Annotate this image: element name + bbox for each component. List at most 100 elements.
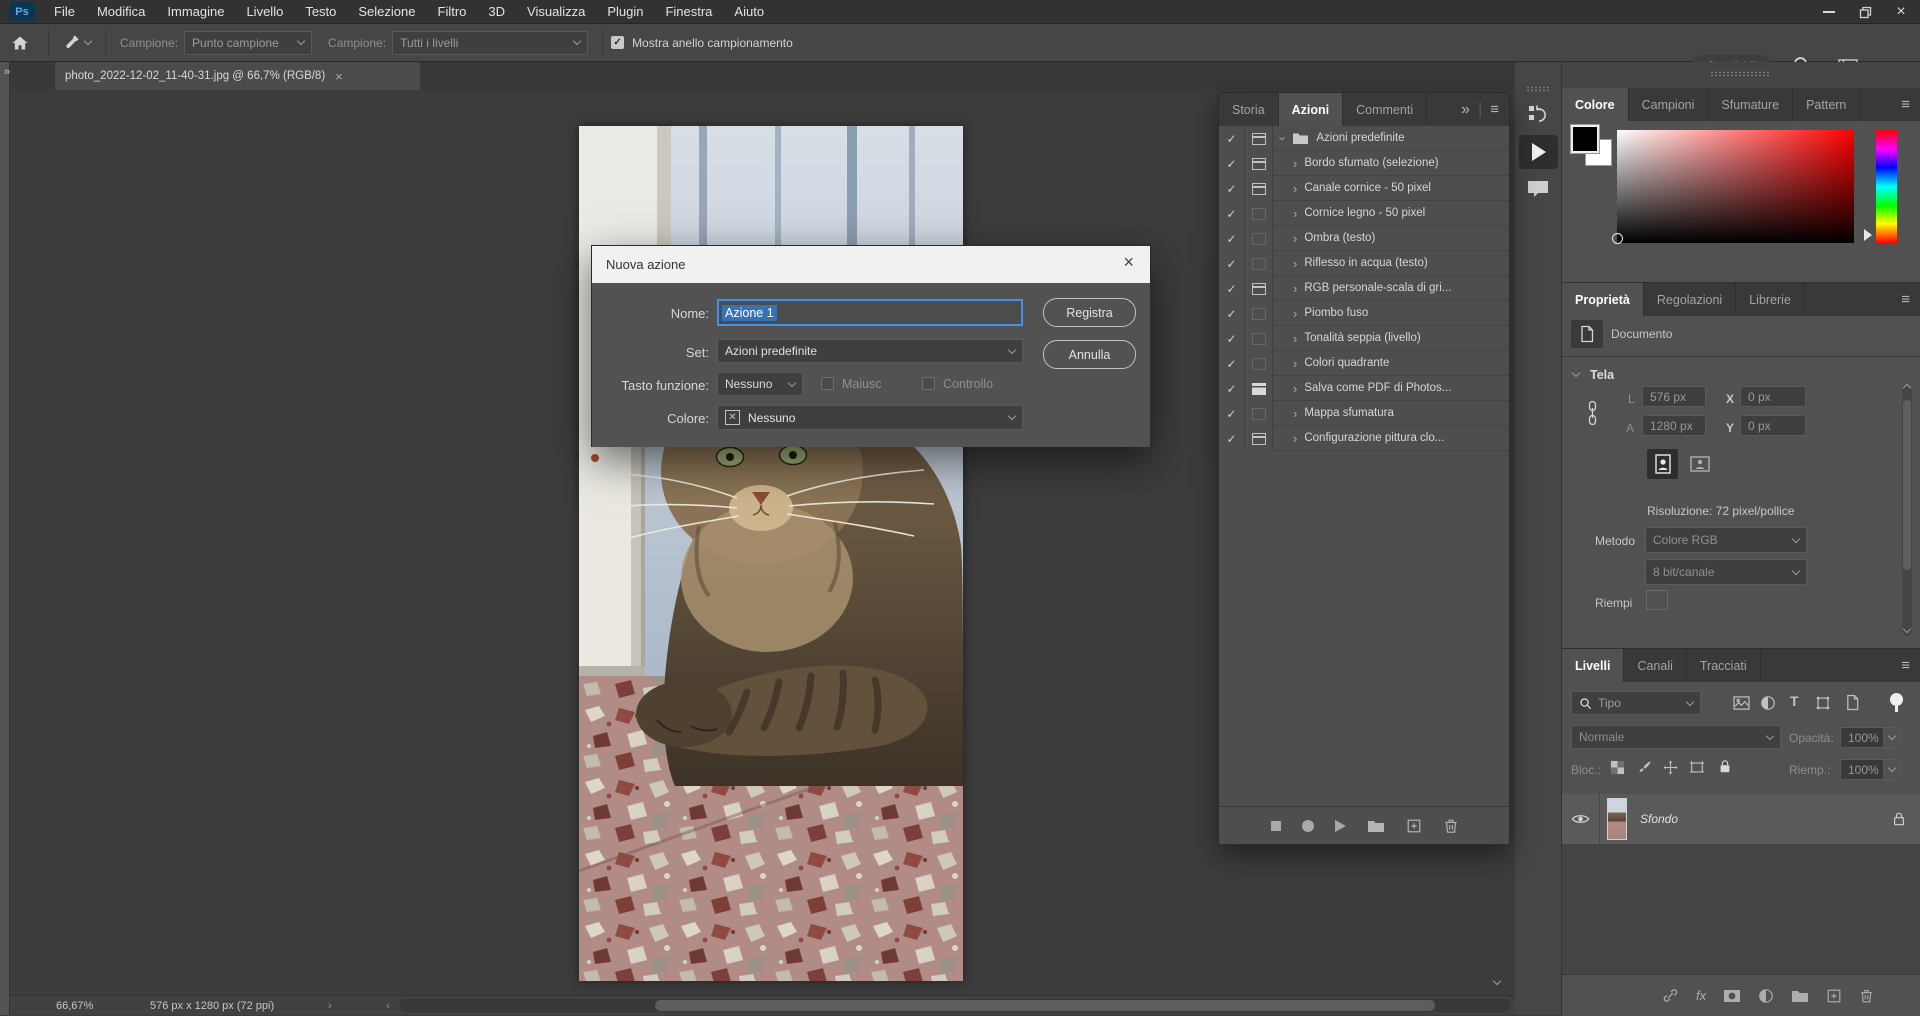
panel-menu-icon[interactable]: ≡ (1901, 657, 1920, 674)
play-icon[interactable] (1335, 820, 1346, 832)
record-button[interactable]: Registra (1043, 298, 1136, 327)
action-name-input[interactable]: Azione 1 (717, 299, 1023, 326)
width-input[interactable]: 576 px (1642, 386, 1706, 407)
document-icon[interactable] (1571, 320, 1603, 348)
t ab-azioni[interactable]: Azioni (1279, 93, 1344, 126)
action-set-row[interactable]: ✓ › Azioni predefinite (1219, 126, 1509, 151)
portrait-orientation-button[interactable] (1647, 449, 1678, 479)
history-panel-icon[interactable] (1526, 102, 1550, 131)
dialog-toggle-icon[interactable] (1245, 351, 1273, 376)
function-key-select[interactable]: Nessuno (717, 372, 803, 396)
filter-frame-icon[interactable] (1815, 695, 1831, 711)
control-checkbox[interactable] (922, 377, 935, 390)
trash-icon[interactable] (1443, 818, 1459, 834)
check-icon[interactable]: ✓ (1219, 201, 1245, 226)
chevron-right-icon[interactable]: › (1293, 231, 1297, 246)
layer-filter-select[interactable]: Tipo (1571, 691, 1701, 715)
layer-style-fx-icon[interactable]: fx (1696, 988, 1706, 1003)
scroll-left-arrow[interactable]: ‹ (386, 1000, 390, 1012)
chevron-right-icon[interactable]: › (1293, 156, 1297, 171)
scroll-down-icon[interactable] (1903, 625, 1911, 633)
check-icon[interactable]: ✓ (1219, 401, 1245, 426)
color-mode-select[interactable]: Colore RGB (1645, 527, 1807, 553)
tab-librerie[interactable]: Librerie (1736, 283, 1805, 316)
action-row[interactable]: ✓›Ombra (testo) (1219, 226, 1509, 251)
layer-row-sfondo[interactable]: Sfondo (1562, 794, 1920, 844)
record-icon[interactable] (1302, 820, 1314, 832)
tab-campioni[interactable]: Campioni (1629, 88, 1709, 121)
shift-checkbox[interactable] (821, 377, 834, 390)
properties-scrollbar[interactable] (1902, 386, 1912, 636)
action-row[interactable]: ✓›Canale cornice - 50 pixel (1219, 176, 1509, 201)
color-picker-ring[interactable] (1612, 233, 1623, 244)
tab-livelli[interactable]: Livelli (1562, 649, 1624, 682)
bit-depth-select[interactable]: 8 bit/canale (1645, 559, 1807, 585)
restore-icon[interactable] (1854, 2, 1876, 22)
height-input[interactable]: 1280 px (1642, 415, 1706, 436)
set-select[interactable]: Azioni predefinite (717, 339, 1023, 363)
hue-slider-pointer[interactable] (1864, 229, 1872, 241)
check-icon[interactable]: ✓ (1219, 301, 1245, 326)
check-icon[interactable]: ✓ (1219, 276, 1245, 301)
zoom-level[interactable]: 66,67% (56, 1000, 93, 1012)
foreground-color-swatch[interactable] (1571, 125, 1599, 153)
dialog-toggle-icon[interactable] (1245, 251, 1273, 276)
sample-layers-select[interactable]: Tutti i livelli (392, 31, 588, 55)
chevron-right-icon[interactable]: › (1293, 206, 1297, 221)
minimize-icon[interactable] (1818, 2, 1840, 22)
eyedropper-tool-preset[interactable] (57, 34, 97, 51)
fill-dropdown[interactable] (1884, 759, 1900, 780)
dialog-toggle-icon[interactable] (1245, 176, 1273, 201)
document-tab[interactable]: photo_2022-12-02_11-40-31.jpg @ 66,7% (R… (55, 62, 420, 90)
blend-mode-select[interactable]: Normale (1571, 725, 1781, 749)
chevron-right-icon[interactable]: › (1293, 406, 1297, 421)
menu-visualizza[interactable]: Visualizza (516, 0, 596, 24)
dialog-toggle-icon[interactable] (1245, 126, 1273, 151)
action-row[interactable]: ✓›Mappa sfumatura (1219, 401, 1509, 426)
menu-file[interactable]: File (43, 0, 86, 24)
action-row[interactable]: ✓›Bordo sfumato (selezione) (1219, 151, 1509, 176)
action-row[interactable]: ✓›Cornice legno - 50 pixel (1219, 201, 1509, 226)
panel-menu-icon[interactable]: ≡ (1901, 96, 1920, 113)
horizontal-scrollbar-thumb[interactable] (655, 1000, 1435, 1011)
close-icon[interactable]: × (1890, 2, 1912, 22)
chevron-right-icon[interactable]: › (1293, 256, 1297, 271)
horizontal-scrollbar[interactable] (400, 999, 1510, 1012)
y-input[interactable]: 0 px (1740, 415, 1806, 436)
chevron-right-icon[interactable]: › (1293, 181, 1297, 196)
canvas-section-header[interactable]: Tela (1590, 368, 1614, 382)
check-icon[interactable]: ✓ (1219, 151, 1245, 176)
opacity-input[interactable]: 100% (1840, 727, 1884, 748)
chevron-right-icon[interactable]: › (1293, 381, 1297, 396)
new-layer-icon[interactable] (1826, 988, 1842, 1004)
filter-type-icon[interactable]: T (1790, 693, 1799, 709)
dialog-title-bar[interactable]: Nuova azione × (592, 246, 1150, 283)
lock-position-icon[interactable] (1663, 760, 1678, 775)
show-sampling-ring-checkbox[interactable]: ✓ Mostra anello campionamento (611, 36, 793, 50)
menu-finestra[interactable]: Finestra (654, 0, 723, 24)
filter-smart-object-icon[interactable] (1845, 694, 1860, 711)
chevron-down-icon[interactable]: › (1276, 136, 1291, 140)
saturation-brightness-field[interactable] (1617, 130, 1854, 243)
tab-tracciati[interactable]: Tracciati (1687, 649, 1761, 682)
layer-thumbnail[interactable] (1607, 798, 1627, 840)
link-layers-icon[interactable] (1662, 987, 1679, 1004)
lock-artboard-icon[interactable] (1689, 760, 1705, 775)
action-row[interactable]: ✓›Tonalità seppia (livello) (1219, 326, 1509, 351)
menu-filtro[interactable]: Filtro (427, 0, 478, 24)
tab-colore[interactable]: Colore (1562, 88, 1629, 121)
dialog-toggle-icon[interactable] (1245, 151, 1273, 176)
dialog-toggle-icon[interactable] (1245, 426, 1273, 451)
opacity-dropdown[interactable] (1884, 727, 1900, 748)
tab-canali[interactable]: Canali (1624, 649, 1686, 682)
dock-grip[interactable] (1710, 71, 1770, 77)
panel-menu-icon[interactable]: ≡ (1901, 291, 1920, 308)
dock-grip[interactable] (1526, 86, 1550, 92)
action-row[interactable]: ✓›RGB personale-scala di gri... (1219, 276, 1509, 301)
new-group-folder-icon[interactable] (1791, 989, 1809, 1003)
ps-logo[interactable]: Ps (9, 2, 35, 21)
chevron-down-icon[interactable] (1572, 369, 1580, 377)
check-icon[interactable]: ✓ (1219, 226, 1245, 251)
lock-transparency-icon[interactable] (1610, 760, 1625, 775)
chevron-right-icon[interactable]: › (1293, 331, 1297, 346)
